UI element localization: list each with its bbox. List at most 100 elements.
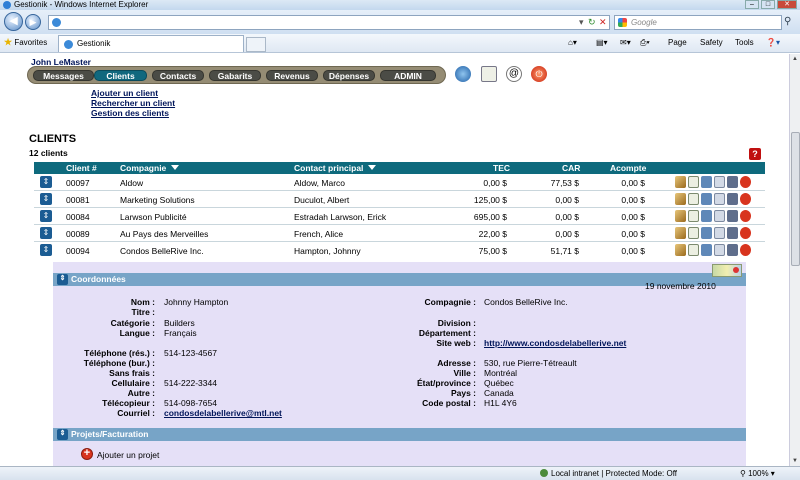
- new-tab-button[interactable]: [246, 37, 266, 52]
- calendar-icon[interactable]: [688, 210, 699, 222]
- table-row-expanded[interactable]: ⇕ 00094 Condos BelleRive Inc. Hampton, J…: [34, 242, 765, 259]
- table-row[interactable]: ⇕ 00097 Aldow Aldow, Marco 0,00 $ 77,53 …: [34, 174, 765, 191]
- search-input[interactable]: Google: [614, 15, 782, 30]
- notes-icon[interactable]: [714, 193, 725, 205]
- calendar-icon[interactable]: [688, 193, 699, 205]
- delete-icon[interactable]: [740, 193, 751, 205]
- notes-icon[interactable]: [714, 227, 725, 239]
- forward-button[interactable]: ▶: [25, 14, 41, 30]
- col-client[interactable]: Client #: [66, 163, 97, 173]
- notes-icon[interactable]: [714, 176, 725, 188]
- link-site-web[interactable]: http://www.condosdelabellerive.net: [484, 338, 626, 348]
- edit-icon[interactable]: [675, 227, 686, 239]
- scroll-up-icon[interactable]: ▲: [792, 56, 798, 62]
- expand-row-icon[interactable]: ⇕: [40, 227, 52, 239]
- favorites-button[interactable]: ★ Favorites: [4, 37, 47, 48]
- maximize-button[interactable]: □: [761, 0, 775, 9]
- gear-icon[interactable]: [455, 66, 471, 82]
- table-row[interactable]: ⇕ 00081 Marketing Solutions Duculot, Alb…: [34, 191, 765, 208]
- mail-icon[interactable]: ✉▾: [620, 38, 631, 47]
- email-icon[interactable]: @: [506, 66, 522, 82]
- contacts-icon[interactable]: [701, 210, 712, 222]
- collapse-section-icon[interactable]: ⇕: [57, 274, 68, 285]
- print-icon[interactable]: [727, 210, 738, 222]
- back-button[interactable]: ◀: [4, 12, 23, 31]
- delete-icon[interactable]: [740, 210, 751, 222]
- print-icon[interactable]: ⎙▾: [640, 38, 650, 48]
- safety-menu[interactable]: Safety: [700, 38, 723, 47]
- add-project-icon[interactable]: +: [81, 448, 93, 460]
- scrollbar-thumb[interactable]: [791, 132, 800, 266]
- link-courriel[interactable]: condosdelabellerive@mtl.net: [164, 408, 282, 418]
- delete-icon[interactable]: [740, 244, 751, 256]
- projets-header[interactable]: ⇕ Projets/Facturation: [53, 428, 746, 441]
- menu-gabarits[interactable]: Gabarits: [209, 70, 261, 81]
- table-row[interactable]: ⇕ 00089 Au Pays des Merveilles French, A…: [34, 225, 765, 242]
- calendar-icon[interactable]: [481, 66, 497, 82]
- col-company[interactable]: Compagnie: [120, 163, 180, 173]
- expand-row-icon[interactable]: ⇕: [40, 193, 52, 205]
- col-contact[interactable]: Contact principal: [294, 163, 377, 173]
- contacts-icon[interactable]: [701, 227, 712, 239]
- contacts-icon[interactable]: [701, 193, 712, 205]
- address-field[interactable]: ▾ ↻ ✕: [48, 15, 610, 30]
- table-row[interactable]: ⇕ 00084 Larwson Publicité Estradah Larws…: [34, 208, 765, 225]
- power-icon[interactable]: ⏻: [531, 66, 547, 82]
- edit-icon[interactable]: [675, 193, 686, 205]
- coordonnees-header[interactable]: ⇕ Coordonnées: [53, 273, 746, 286]
- security-zone[interactable]: Local intranet | Protected Mode: Off: [540, 467, 677, 480]
- print-icon[interactable]: [727, 176, 738, 188]
- contacts-icon[interactable]: [701, 176, 712, 188]
- dropdown-icon[interactable]: ▾: [579, 17, 584, 28]
- menu-messages[interactable]: Messages: [33, 70, 94, 81]
- delete-icon[interactable]: [740, 176, 751, 188]
- contacts-icon[interactable]: [701, 244, 712, 256]
- edit-icon[interactable]: [675, 244, 686, 256]
- calendar-icon[interactable]: [688, 227, 699, 239]
- home-icon[interactable]: ⌂▾: [568, 38, 577, 47]
- map-icon[interactable]: [712, 264, 742, 277]
- cell-client: 00089: [66, 229, 90, 239]
- close-window-button[interactable]: ✕: [777, 0, 797, 9]
- vertical-scrollbar[interactable]: ▲ ▼: [789, 54, 800, 466]
- calendar-icon[interactable]: [688, 244, 699, 256]
- col-car[interactable]: CAR: [562, 163, 580, 173]
- minimize-button[interactable]: –: [745, 0, 759, 9]
- collapse-section-icon[interactable]: ⇕: [57, 429, 68, 440]
- menu-depenses[interactable]: Dépenses: [323, 70, 375, 81]
- zoom-control[interactable]: ⚲ 100% ▾: [740, 467, 775, 480]
- search-icon[interactable]: ⚲: [784, 16, 791, 27]
- expand-row-icon[interactable]: ⇕: [40, 210, 52, 222]
- notes-icon[interactable]: [714, 244, 725, 256]
- col-acompte[interactable]: Acompte: [610, 163, 646, 173]
- menu-revenus[interactable]: Revenus: [266, 70, 318, 81]
- refresh-icon[interactable]: ↻: [588, 17, 596, 28]
- edit-icon[interactable]: [675, 210, 686, 222]
- menu-contacts[interactable]: Contacts: [152, 70, 204, 81]
- scroll-down-icon[interactable]: ▼: [792, 458, 798, 464]
- collapse-row-icon[interactable]: ⇕: [40, 244, 52, 256]
- menu-clients[interactable]: Clients: [94, 70, 147, 81]
- help-menu-icon[interactable]: ❓▾: [766, 38, 780, 47]
- add-project-link[interactable]: Ajouter un projet: [97, 450, 159, 460]
- browser-tab[interactable]: Gestionik: [58, 35, 244, 52]
- link-add-client[interactable]: Ajouter un client: [91, 88, 158, 98]
- menu-admin[interactable]: ADMIN: [380, 70, 436, 81]
- print-icon[interactable]: [727, 193, 738, 205]
- feeds-icon[interactable]: ▤▾: [596, 38, 608, 47]
- link-search-client[interactable]: Rechercher un client: [91, 98, 175, 108]
- expand-row-icon[interactable]: ⇕: [40, 176, 52, 188]
- value-compagnie: Condos BelleRive Inc.: [484, 297, 568, 307]
- delete-icon[interactable]: [740, 227, 751, 239]
- print-icon[interactable]: [727, 227, 738, 239]
- help-icon[interactable]: ?: [749, 148, 761, 160]
- stop-icon[interactable]: ✕: [599, 17, 607, 28]
- edit-icon[interactable]: [675, 176, 686, 188]
- print-icon[interactable]: [727, 244, 738, 256]
- tools-menu[interactable]: Tools: [735, 38, 754, 47]
- calendar-icon[interactable]: [688, 176, 699, 188]
- link-manage-clients[interactable]: Gestion des clients: [91, 108, 169, 118]
- page-menu[interactable]: Page: [668, 38, 687, 47]
- notes-icon[interactable]: [714, 210, 725, 222]
- col-tec[interactable]: TEC: [493, 163, 510, 173]
